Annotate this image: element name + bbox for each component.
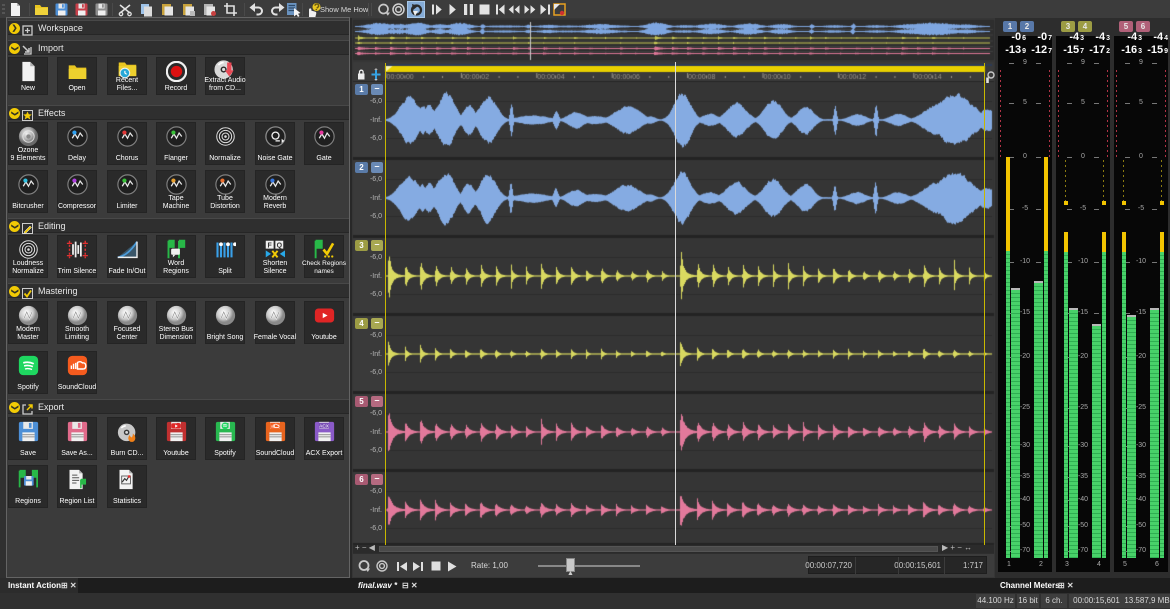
svg-text:F: F: [267, 242, 272, 249]
svg-text:ACX: ACX: [319, 424, 330, 430]
svg-text:Q: Q: [276, 242, 282, 249]
